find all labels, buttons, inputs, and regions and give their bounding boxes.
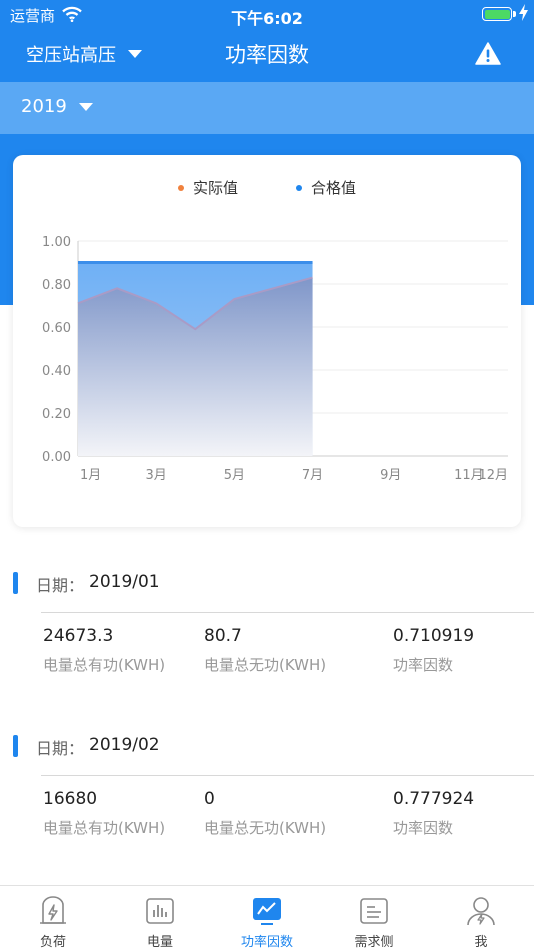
reactive-power-value: 0 [204,789,215,809]
tab-load[interactable]: 负荷 [0,886,106,951]
x-tick-label: 3月 [146,468,167,483]
date-value: 2019/01 [89,572,160,592]
record-item: 日期： 2019/01 24673.3 电量总有功(KWH) 80.7 电量总无… [0,562,534,674]
tab-label: 电量 [146,935,173,950]
tab-label: 需求侧 [354,935,394,950]
load-icon [40,896,66,924]
date-label: 日期： [36,576,85,595]
reactive-power-label: 电量总无功(KWH) [204,819,327,837]
record-divider [41,775,534,776]
warning-icon[interactable] [475,42,501,65]
reactive-power-label: 电量总无功(KWH) [204,656,327,674]
power-factor-value: 0.777924 [393,789,475,809]
profile-icon [467,897,495,926]
date-label: 日期： [36,739,85,758]
record-item: 日期： 2019/02 16680 电量总有功(KWH) 0 电量总无功(KWH… [0,725,534,837]
reactive-power-metric: 80.7 电量总无功(KWH) [204,626,326,675]
tab-power-factor[interactable]: 功率因数 [214,886,320,951]
page-title: 功率因数 [225,43,309,67]
tab-profile[interactable]: 我 [428,886,534,951]
tab-demand-side[interactable]: 需求侧 [321,886,427,951]
charging-icon [519,4,528,21]
tab-electricity[interactable]: 电量 [107,886,213,951]
bottom-tab-bar: 负荷 电量 功率因数 需求侧 我 [0,885,534,950]
reactive-power-metric: 0 电量总无功(KWH) [204,789,326,838]
demand-side-icon [360,898,388,924]
power-factor-label: 功率因数 [393,819,454,837]
x-tick-label: 7月 [302,468,323,483]
x-tick-label: 5月 [224,468,245,483]
y-tick-label: 0.80 [42,278,71,293]
active-power-label: 电量总有功(KWH) [43,819,166,837]
active-power-label: 电量总有功(KWH) [43,656,166,674]
power-factor-chart: 1.000.800.600.400.200.001月 3月 5月 7月 9月 11月12月 [42,235,508,483]
chart-card: 实际值 合格值 1.00 0.80 0.60 0.40 0.20 0.00 1月 3月 5月 7月… [13,155,521,527]
record-header: 日期： 2019/02 [0,725,534,783]
tab-label: 我 [474,935,488,950]
active-power-metric: 24673.3 电量总有功(KWH) [43,626,165,675]
power-factor-metric: 0.777924 功率因数 [393,789,474,838]
power-factor-icon [253,898,281,925]
y-tick-label: 1.00 [42,235,71,250]
tab-label: 负荷 [39,935,66,950]
battery-tip [513,11,516,17]
x-tick-label: 1月 [80,468,101,483]
chevron-down-icon [78,102,93,111]
power-factor-value: 0.710919 [393,626,475,646]
tab-label: 功率因数 [240,935,293,950]
battery-icon [482,7,512,21]
record-accent-bar [13,735,18,757]
record-header: 日期： 2019/01 [0,562,534,620]
power-factor-metric: 0.710919 功率因数 [393,626,474,675]
active-power-value: 24673.3 [43,626,114,646]
record-accent-bar [13,572,18,594]
x-tick-label: 9月 [380,468,401,483]
year-selector[interactable]: 2019 [21,96,93,117]
status-bar: 运营商 下午6:02 [0,0,534,28]
reactive-power-value: 80.7 [204,626,242,646]
y-tick-label: 0.20 [42,407,71,422]
active-power-metric: 16680 电量总有功(KWH) [43,789,165,838]
x-tick-label: 12月 [478,468,508,483]
filter-bar: 2019 [0,82,534,134]
status-time: 下午6:02 [231,9,303,28]
record-divider [41,612,534,613]
active-power-value: 16680 [43,789,98,809]
y-tick-label: 0.60 [42,321,71,336]
year-value: 2019 [21,96,67,117]
power-factor-label: 功率因数 [393,656,454,674]
nav-bar: 空压站高压 功率因数 [0,28,534,82]
date-value: 2019/02 [89,735,160,755]
y-tick-label: 0.00 [42,450,71,465]
y-tick-label: 0.40 [42,364,71,379]
electricity-icon [146,898,174,924]
